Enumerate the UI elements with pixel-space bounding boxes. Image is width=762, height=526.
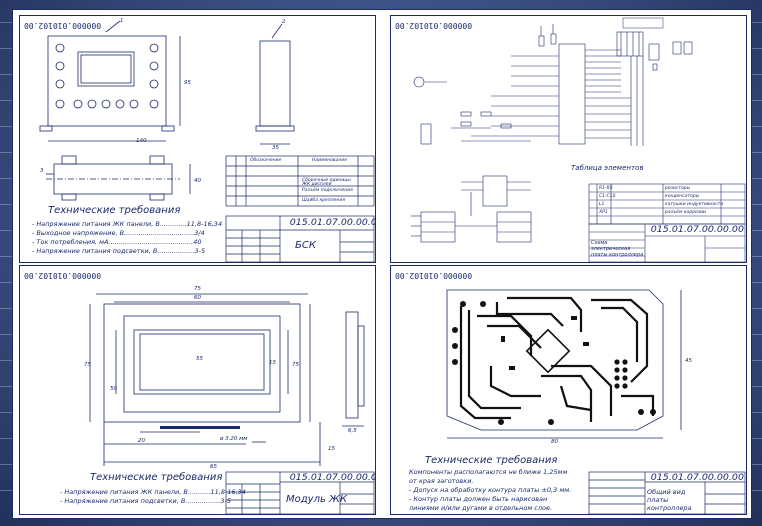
element-ref: C1-C10: [599, 194, 616, 199]
spec-header-designation: Обозначение: [250, 158, 282, 163]
stamp-code: 015.01.07.00.00.00: [650, 473, 744, 483]
dim-label: 75: [84, 362, 91, 368]
dim-label: 20: [138, 438, 145, 444]
element-name: резисторы: [665, 186, 691, 191]
stamp-name: Общий вид платы контроллера: [647, 488, 692, 512]
element-ref: L1: [599, 202, 605, 207]
dim-top: 40: [194, 178, 201, 184]
dim-height: 95: [184, 80, 191, 86]
sheet-top-left: 000000.010102.00 140 95 35 40 1 2 3 Обоз…: [19, 15, 376, 263]
stamp-name: Схема электрическая платы контроллера: [591, 240, 644, 258]
requirement-item: - Напряжение питания ЖК панели, В.......…: [32, 220, 223, 228]
dim-label: 75: [292, 362, 299, 368]
element-name: катушки индуктивности: [665, 202, 724, 207]
spec-row: Разъём подключения: [302, 188, 353, 193]
dim-label: 60: [194, 295, 201, 301]
dim-label: 75: [194, 286, 201, 292]
callout-3: 3: [40, 168, 44, 174]
dim-depth: 35: [272, 145, 279, 151]
requirement-item: - Ток потребления, мА...................…: [32, 238, 202, 246]
requirement-item: от края заготовки.: [409, 477, 474, 485]
requirement-item: линиями и/или дугами в отдельном слое.: [409, 504, 553, 512]
requirement-item: - Напряжение питания подсветки, В.......…: [60, 497, 232, 505]
callout-2: 2: [282, 19, 286, 25]
dim-label: 15: [328, 446, 335, 452]
dim-height: 45: [685, 358, 692, 364]
dim-width: 80: [551, 439, 558, 445]
stamp-code: 015.01.07.00.00.00: [650, 225, 744, 235]
element-name: конденсаторы: [665, 194, 700, 199]
requirements-title: Технические требования: [48, 205, 181, 216]
requirements-title: Технические требования: [425, 455, 558, 466]
element-ref: R1-R5: [599, 186, 613, 191]
sheet-bottom-right: 000000.010102.00 80 45 Технические требо…: [390, 265, 747, 515]
sheet-top-right: 000000.010102.00 Таблица элементов R1-R5…: [390, 15, 747, 263]
requirement-item: - Выходное напряжение, В................…: [32, 229, 205, 237]
table-title: Таблица элементов: [571, 164, 644, 172]
requirement-item: - Допуск на обработку контура платы ±0,3…: [409, 486, 572, 494]
dim-label: 55: [196, 356, 203, 362]
stamp-code: 015.01.07.00.00.00: [289, 473, 376, 483]
requirement-item: Компоненты располагаются не ближе 1,25мм: [409, 468, 568, 476]
spec-row: ЖК дисплей: [302, 182, 332, 187]
dim-label: 15: [269, 360, 276, 366]
sheet-bottom-left: 000000.010102.00 75 60 55 75 50 75 15 20…: [19, 265, 376, 515]
spec-row: Шайба крепления: [302, 198, 345, 203]
requirement-item: - Напряжение питания подсветки, В.......…: [32, 247, 206, 255]
element-ref: XP1: [599, 210, 608, 215]
stamp-name: Модуль ЖК: [286, 494, 347, 505]
drawing-sheet: 000000.010102.00 140 95 35 40 1 2 3 Обоз…: [12, 9, 752, 519]
requirement-item: - Напряжение питания ЖК панели, В.......…: [60, 488, 246, 496]
dim-width: 140: [136, 138, 147, 144]
stamp-code: 015.01.07.00.00.00: [289, 218, 376, 228]
hole-note: ø 3.20 мм: [220, 436, 248, 442]
dim-label: 65: [210, 464, 217, 470]
dim-label: 6,5: [348, 428, 357, 434]
element-name: разъём коррозии: [665, 210, 706, 215]
dim-label: 50: [110, 386, 117, 392]
callout-1: 1: [120, 18, 124, 24]
spec-header-name: Наименование: [312, 158, 347, 163]
requirement-item: - Контур платы должен быть нарисован: [409, 495, 548, 503]
stamp-name: БСК: [295, 240, 316, 251]
requirements-title: Технические требования: [90, 472, 223, 483]
